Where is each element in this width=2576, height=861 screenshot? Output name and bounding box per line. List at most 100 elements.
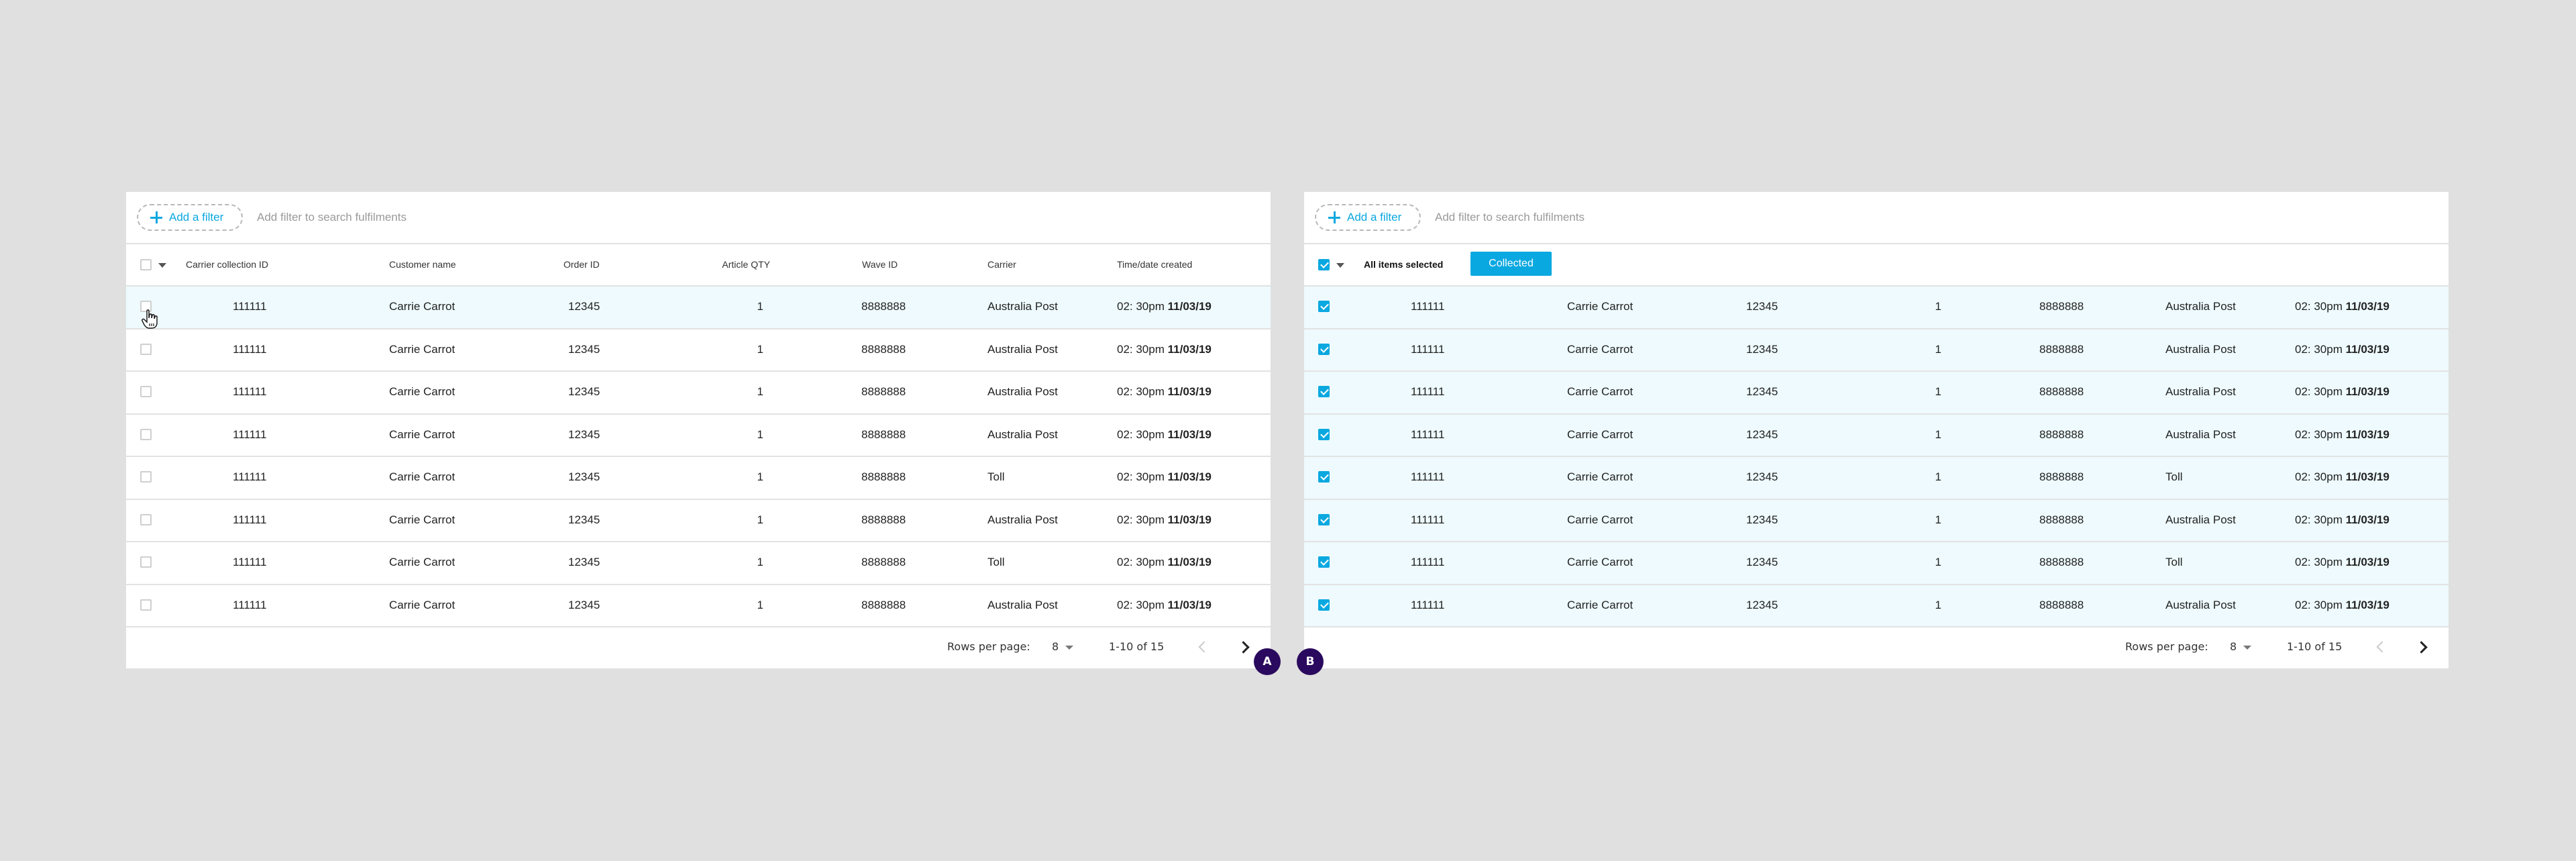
row-checkbox[interactable] [140, 471, 152, 483]
carrier-collection-id-cell: 111111 [233, 513, 267, 526]
carrier-cell: Australia Post [2165, 513, 2236, 526]
rows-per-page-caret-icon[interactable] [2243, 646, 2251, 650]
filter-bar: Add a filter Add filter to search fulfil… [126, 192, 1271, 244]
row-checkbox[interactable] [140, 343, 152, 355]
carrier-cell: Toll [2165, 556, 2183, 568]
table-row[interactable]: 111111 Carrie Carrot 12345 1 8888888 Australi… [126, 330, 1271, 372]
article-qty-cell: 1 [757, 385, 763, 398]
row-checkbox[interactable] [1318, 471, 1330, 483]
column-header-wave-id[interactable]: Wave ID [862, 259, 898, 270]
column-header-carrier[interactable]: Carrier [987, 259, 1016, 270]
row-checkbox[interactable] [1318, 343, 1330, 355]
date-text: 11/03/19 [1167, 513, 1212, 526]
add-filter-label: Add a filter [169, 211, 224, 223]
previous-page-chevron-icon[interactable] [1198, 641, 1210, 653]
all-items-selected-label: All items selected [1364, 259, 1444, 270]
annotation-badge-a: A [1254, 648, 1281, 675]
next-page-chevron-icon[interactable] [1237, 641, 1250, 654]
carrier-cell: Australia Post [987, 342, 1058, 356]
order-id-cell: 12345 [1746, 598, 1778, 611]
time-text: 02: 30pm [2295, 598, 2343, 611]
table-row[interactable]: 111111 Carrie Carrot 12345 1 8888888 Australi… [1304, 329, 2449, 372]
column-header-time-date-created[interactable]: Time/date created [1117, 259, 1192, 270]
column-header-customer-name[interactable]: Customer name [389, 259, 456, 270]
order-id-cell: 12345 [1746, 513, 1778, 526]
carrier-cell: Australia Post [987, 385, 1058, 398]
table-row[interactable]: 111111 Carrie Carrot 12345 1 8888888 Australi… [1304, 499, 2449, 542]
order-id-cell: 12345 [568, 470, 600, 483]
order-id-cell: 12345 [568, 513, 600, 526]
time-date-created-cell: 02: 30pm 11/03/19 [1117, 556, 1212, 569]
order-id-cell: 12345 [568, 385, 600, 398]
table-row[interactable]: 111111 Carrie Carrot 12345 1 8888888 Australi… [1304, 372, 2449, 415]
column-header-carrier-collection-id[interactable]: Carrier collection ID [186, 259, 268, 270]
time-date-created-cell: 02: 30pm 11/03/19 [1117, 599, 1212, 612]
table-row[interactable]: 111111 Carrie Carrot 12345 1 8888888 Australi… [1304, 414, 2449, 457]
carrier-cell: Toll [2165, 470, 2183, 483]
previous-page-chevron-icon[interactable] [2376, 641, 2388, 653]
row-checkbox[interactable] [1318, 599, 1330, 611]
select-menu-caret-icon[interactable] [1336, 263, 1344, 268]
rows-per-page-select[interactable]: 8 [2230, 640, 2237, 653]
order-id-cell: 12345 [568, 598, 600, 611]
wave-id-cell: 8888888 [861, 470, 906, 483]
table-header: Carrier collection ID Customer name Orde… [126, 244, 1271, 287]
fulfilments-table-a: Add a filter Add filter to search fulfil… [126, 192, 1271, 668]
rows-per-page-caret-icon[interactable] [1065, 646, 1073, 650]
table-row[interactable]: 111111 Carrie Carrot 12345 1 8888888 Australi… [126, 415, 1271, 457]
wave-id-cell: 8888888 [861, 513, 906, 526]
time-text: 02: 30pm [1117, 385, 1165, 398]
time-date-created-cell: 02: 30pm 11/03/19 [1117, 300, 1212, 313]
time-date-created-cell: 02: 30pm 11/03/19 [1117, 428, 1212, 442]
add-filter-button[interactable]: Add a filter [1315, 204, 1421, 231]
row-checkbox[interactable] [1318, 556, 1330, 568]
carrier-cell: Australia Post [2165, 385, 2236, 398]
select-all-checkbox[interactable] [1318, 259, 1330, 270]
row-checkbox[interactable] [1318, 386, 1330, 397]
row-checkbox[interactable] [1318, 513, 1330, 525]
table-row[interactable]: 111111 Carrie Carrot 12345 1 8888888 Toll 02: … [126, 542, 1271, 585]
order-id-cell: 12345 [1746, 342, 1778, 356]
filter-placeholder[interactable]: Add filter to search fulfilments [257, 211, 407, 224]
wave-id-cell: 8888888 [2039, 300, 2084, 313]
filter-placeholder[interactable]: Add filter to search fulfilments [1435, 211, 1585, 224]
table-row[interactable]: 111111 Carrie Carrot 12345 1 8888888 Toll 02: … [1304, 542, 2449, 585]
row-checkbox[interactable] [140, 556, 152, 568]
add-filter-button[interactable]: Add a filter [137, 204, 243, 231]
customer-name-cell: Carrie Carrot [1567, 385, 1633, 398]
rows-per-page-select[interactable]: 8 [1052, 640, 1059, 653]
next-page-chevron-icon[interactable] [2415, 641, 2428, 654]
carrier-cell: Australia Post [987, 513, 1058, 526]
article-qty-cell: 1 [1935, 300, 1941, 313]
row-checkbox[interactable] [1318, 428, 1330, 440]
table-row[interactable]: 111111 Carrie Carrot 12345 1 8888888 Australi… [1304, 287, 2449, 330]
customer-name-cell: Carrie Carrot [389, 300, 455, 313]
time-text: 02: 30pm [2295, 470, 2343, 483]
table-row[interactable]: 111111 Carrie Carrot 12345 1 8888888 Australi… [126, 585, 1271, 627]
table-row[interactable]: 111111 Carrie Carrot 12345 1 8888888 Australi… [126, 500, 1271, 542]
wave-id-cell: 8888888 [861, 427, 906, 441]
row-checkbox[interactable] [140, 386, 152, 397]
select-all-checkbox[interactable] [140, 259, 152, 270]
table-row[interactable]: 111111 Carrie Carrot 12345 1 8888888 Australi… [126, 287, 1271, 330]
time-date-created-cell: 02: 30pm 11/03/19 [2295, 599, 2390, 612]
select-menu-caret-icon[interactable] [158, 263, 166, 268]
time-date-created-cell: 02: 30pm 11/03/19 [2295, 513, 2390, 527]
column-header-order-id[interactable]: Order ID [564, 259, 600, 270]
collected-button[interactable]: Collected [1470, 252, 1552, 276]
carrier-collection-id-cell: 111111 [1411, 300, 1445, 313]
column-header-article-qty[interactable]: Article QTY [716, 259, 770, 270]
table-row[interactable]: 111111 Carrie Carrot 12345 1 8888888 Australi… [1304, 585, 2449, 627]
article-qty-cell: 1 [757, 300, 763, 313]
table-row[interactable]: 111111 Carrie Carrot 12345 1 8888888 Toll 02: … [1304, 457, 2449, 500]
carrier-collection-id-cell: 111111 [233, 300, 267, 313]
date-text: 11/03/19 [2345, 556, 2390, 568]
date-text: 11/03/19 [1167, 598, 1212, 611]
table-row[interactable]: 111111 Carrie Carrot 12345 1 8888888 Australi… [126, 372, 1271, 415]
row-checkbox[interactable] [140, 599, 152, 611]
row-checkbox[interactable] [1318, 301, 1330, 312]
table-row[interactable]: 111111 Carrie Carrot 12345 1 8888888 Toll 02: … [126, 457, 1271, 500]
row-checkbox[interactable] [140, 428, 152, 440]
order-id-cell: 12345 [1746, 556, 1778, 568]
row-checkbox[interactable] [140, 513, 152, 525]
